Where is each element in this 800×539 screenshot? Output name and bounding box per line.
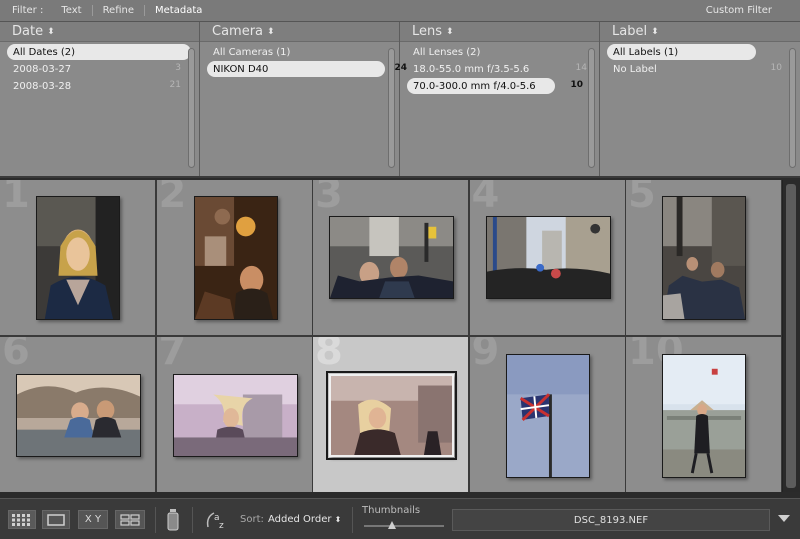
lens-column-scrollbar[interactable] — [588, 48, 595, 168]
sort-arrows-icon: ⬍ — [651, 26, 659, 37]
lens-row-all[interactable]: All Lenses (2) — [407, 44, 591, 60]
grid-scrollbar-track[interactable] — [786, 184, 796, 488]
label-column-scrollbar[interactable] — [789, 48, 796, 168]
cell-index: 9 — [471, 337, 500, 374]
sort-order-dropdown[interactable]: Added Order ⬍ — [268, 514, 341, 525]
filter-tab-metadata[interactable]: Metadata — [144, 5, 212, 16]
grid-cell-9[interactable]: 9 — [469, 337, 625, 492]
flag-on-pole-photo[interactable] — [505, 354, 590, 478]
label-column: Label ⬍ All Labels (1) No Label 10 — [600, 22, 800, 176]
metadata-browser: Date ⬍ All Dates (2) 2008-03-27 3 2008-03-… — [0, 22, 800, 178]
svg-text:z: z — [219, 521, 224, 531]
date-column: Date ⬍ All Dates (2) 2008-03-27 3 2008-03-… — [0, 22, 200, 176]
filename-field[interactable]: DSC_8193.NEF — [452, 509, 770, 531]
camera-column-scrollbar[interactable] — [388, 48, 395, 168]
camera-column: Camera ⬍ All Cameras (1) NIKON D40 24 — [200, 22, 407, 176]
label-row-no-label[interactable]: No Label 10 — [607, 61, 792, 77]
library-toolbar: X Y az Sort: Added Order ⬍ Thumbnails DS… — [0, 498, 800, 539]
date-column-scrollbar[interactable] — [188, 48, 195, 168]
camera-column-header[interactable]: Camera ⬍ — [200, 22, 399, 42]
crowd-walking-photo[interactable] — [662, 196, 746, 320]
survey-view-icon — [120, 513, 140, 526]
cell-index: 4 — [471, 180, 500, 217]
sort-arrows-icon: ⬍ — [47, 26, 55, 37]
cell-index: 1 — [2, 180, 30, 217]
cell-index: 6 — [2, 337, 30, 374]
grid-cell-10[interactable]: 10 — [626, 337, 781, 492]
grid-cell-4[interactable]: 4 — [469, 180, 625, 335]
cell-index: 7 — [158, 337, 187, 374]
grid-scrollbar[interactable] — [782, 180, 800, 492]
children-on-wall-photo[interactable] — [16, 374, 141, 457]
woman-in-sunlight-photo[interactable] — [326, 371, 457, 460]
market-stall-photo[interactable] — [193, 196, 278, 320]
cell-index: 8 — [315, 337, 343, 374]
windswept-girl-photo[interactable] — [172, 374, 298, 457]
thumbnail-grid: 1 2 3 4 5 6 7 8 9 10 — [0, 180, 782, 492]
grid-cell-1[interactable]: 1 — [0, 180, 155, 335]
camera-row-all[interactable]: All Cameras (1) — [207, 44, 391, 60]
lens-column-header[interactable]: Lens ⬍ — [400, 22, 599, 42]
compare-view-label: X Y — [84, 514, 102, 525]
toolbar-separator — [352, 507, 353, 533]
sort-arrows-icon: ⬍ — [267, 26, 275, 37]
grid-cell-6[interactable]: 6 — [0, 337, 155, 492]
toolbar-separator — [155, 507, 156, 533]
cell-index: 2 — [158, 180, 187, 217]
grid-cell-8[interactable]: 8 — [313, 337, 468, 492]
compare-view-button[interactable]: X Y — [78, 510, 108, 529]
filter-tab-text[interactable]: Text — [57, 5, 91, 16]
library-filter-bar: Filter : Text Refine Metadata Custom Fil… — [0, 0, 800, 22]
label-row-all[interactable]: All Labels (1) — [607, 44, 756, 60]
date-column-header[interactable]: Date ⬍ — [0, 22, 199, 42]
cell-index: 5 — [628, 180, 656, 217]
label-column-header[interactable]: Label ⬍ — [600, 22, 800, 42]
slider-knob[interactable] — [388, 521, 396, 529]
grid-view-button[interactable] — [8, 510, 36, 529]
lens-column: Lens ⬍ All Lenses (2) 18.0-55.0 mm f/3.5-… — [400, 22, 600, 176]
grid-cell-2[interactable]: 2 — [156, 180, 312, 335]
sort-label: Sort: — [240, 514, 264, 525]
toolbar-menu-arrow-icon[interactable] — [778, 515, 790, 522]
grid-cell-5[interactable]: 5 — [626, 180, 781, 335]
custom-filter-dropdown[interactable]: Custom Filter — [706, 5, 772, 16]
date-row-all[interactable]: All Dates (2) — [7, 44, 191, 60]
camera-row-nikon-d40[interactable]: NIKON D40 24 — [207, 61, 407, 77]
cell-index: 3 — [315, 180, 343, 217]
sort-direction-az-icon[interactable]: az — [204, 509, 232, 531]
girl-at-palace-photo[interactable] — [662, 354, 746, 478]
survey-view-button[interactable] — [115, 510, 145, 529]
grid-cell-3[interactable]: 3 — [313, 180, 468, 335]
filter-tab-refine[interactable]: Refine — [91, 5, 144, 16]
lens-row-18-55[interactable]: 18.0-55.0 mm f/3.5-5.6 14 — [407, 61, 587, 77]
thumbnail-size-slider[interactable] — [364, 521, 444, 529]
loupe-view-icon — [47, 513, 65, 526]
city-street-photo[interactable] — [485, 216, 611, 299]
street-crowd-photo[interactable] — [329, 216, 454, 299]
woman-portrait-photo[interactable] — [36, 196, 120, 320]
sort-arrows-icon: ⬍ — [334, 515, 342, 524]
thumbnails-label: Thumbnails — [362, 505, 421, 516]
lens-row-70-300[interactable]: 70.0-300.0 mm f/4.0-5.6 10 — [407, 78, 583, 94]
grid-cell-7[interactable]: 7 — [156, 337, 312, 492]
grid-view-icon — [12, 513, 30, 526]
filter-label: Filter : — [12, 5, 44, 16]
loupe-view-button[interactable] — [42, 510, 70, 529]
toolbar-separator — [192, 507, 193, 533]
date-row-2008-03-28[interactable]: 2008-03-28 21 — [7, 78, 191, 94]
date-row-2008-03-27[interactable]: 2008-03-27 3 — [7, 61, 191, 77]
painter-spray-can-icon[interactable] — [167, 509, 179, 531]
sort-arrows-icon: ⬍ — [446, 26, 454, 37]
